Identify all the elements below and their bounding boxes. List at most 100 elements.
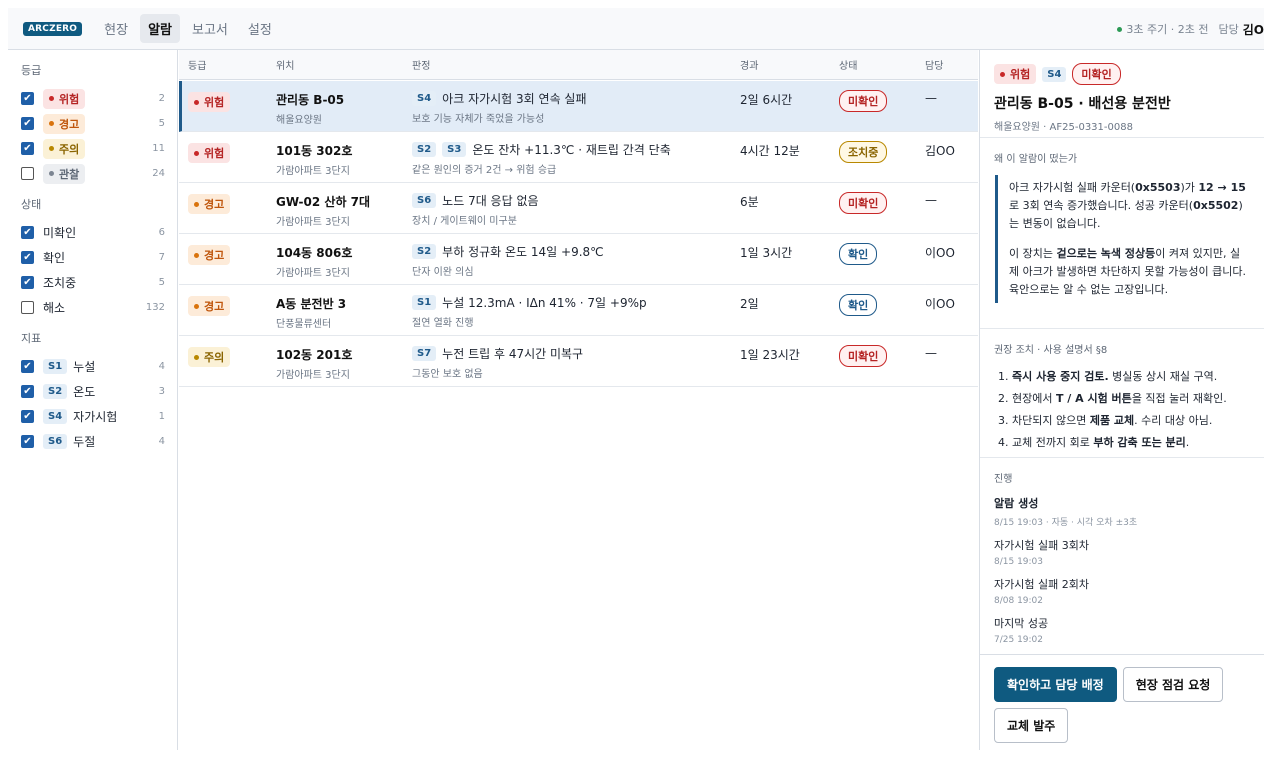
table-row[interactable]: 위험 101동 302호 가람아파트 3단지 S2 S3 온도 잔차 +11.3℃ ·… — [179, 132, 978, 183]
judge-sub: 그동안 보호 없음 — [412, 369, 483, 380]
status-badge: 조치중 — [839, 141, 888, 163]
grade-pill: 위험 — [188, 143, 231, 163]
live-dot-icon — [1117, 26, 1123, 32]
site-name: 가람아파트 3단지 — [276, 166, 350, 177]
table-row[interactable]: 위험 관리동 B-05 해울요양원 S4 아크 자가시험 3회 연속 실패 보호 기능… — [179, 81, 978, 132]
checkbox-icon[interactable]: ✔ — [21, 410, 34, 423]
checkbox-icon[interactable]: ✔ — [21, 385, 34, 398]
location-name: GW-02 산하 7대 — [276, 195, 371, 209]
owner-name[interactable]: 김O — [1243, 21, 1264, 38]
judge-sub: 보호 기능 자체가 죽었을 가능성 — [412, 114, 545, 125]
grade-pill: 경고 — [188, 194, 231, 214]
filter-metric-s6[interactable]: ✔ S6 두절 4 — [21, 429, 165, 454]
progress-item: 마지막 성공 7/25 19:02 — [994, 617, 1049, 645]
action-step: 2. 현장에서 T / A 시험 버튼을 직접 눌러 재확인. — [998, 392, 1227, 405]
status-badge: 미확인 — [839, 345, 888, 367]
checkbox-icon[interactable]: ✔ — [21, 92, 34, 105]
checkbox-icon[interactable]: ✔ — [21, 226, 34, 239]
app-logo: ARCZERO — [23, 21, 83, 36]
judge-text: 노드 7대 응답 없음 — [442, 194, 539, 208]
detail-header: 위험 S4 미확인 관리동 B-05 · 배선용 분전반 해울요양원 · AF2… — [980, 50, 1264, 138]
metric-code: S3 — [442, 142, 467, 157]
request-inspection-button[interactable]: 현장 점검 요청 — [1122, 667, 1224, 702]
status-filter-title: 상태 — [21, 198, 42, 211]
checkbox-icon[interactable]: ✔ — [21, 435, 34, 448]
metric-code: S4 — [412, 91, 437, 106]
progress-item: 알람 생성 8/15 19:03 · 자동 · 시각 오차 ±3초 — [994, 497, 1138, 528]
progress-item: 자가시험 실패 3회차 8/15 19:03 — [994, 539, 1089, 567]
elapsed-time: 1일 23시간 — [740, 348, 800, 362]
filter-status-confirmed[interactable]: ✔ 확인 7 — [21, 245, 165, 270]
filter-sidebar: 등급 ✔ 위험 2 ✔ 경고 5 ✔ 주의 11 관찰 24 상태 ✔ 미확인 6 ✔ 확인 7 ✔ 조… — [8, 50, 178, 750]
table-row[interactable]: 경고 104동 806호 가람아파트 3단지 S2 부하 정규화 온도 14일 +9… — [179, 234, 978, 285]
order-replacement-button[interactable]: 교체 발주 — [994, 708, 1069, 743]
filter-metric-s4[interactable]: ✔ S4 자가시험 1 — [21, 404, 165, 429]
detail-subtitle: 해울요양원 · AF25-0331-0088 — [994, 122, 1133, 133]
status-badge: 확인 — [839, 294, 878, 316]
alarm-list: 등급 위치 판정 경과 상태 담당 위험 관리동 B-05 해울요양원 S4 아크 … — [179, 50, 978, 750]
checkbox-icon[interactable]: ✔ — [21, 276, 34, 289]
nav-site[interactable]: 현장 — [96, 14, 136, 43]
detail-panel: 위험 S4 미확인 관리동 B-05 · 배선용 분전반 해울요양원 · AF2… — [979, 50, 1264, 750]
progress-title: 진행 — [994, 474, 1013, 485]
refresh-interval: 3초 주기 — [1126, 23, 1168, 36]
nav-settings[interactable]: 설정 — [240, 14, 280, 43]
action-step: 1. 즉시 사용 중지 검토. 병실동 상시 재실 구역. — [998, 370, 1218, 383]
judge-text: 부하 정규화 온도 14일 +9.8℃ — [442, 245, 604, 259]
grade-pill: 위험 — [188, 92, 231, 112]
detail-code: S4 — [1042, 66, 1067, 82]
progress-section: 진행 알람 생성 8/15 19:03 · 자동 · 시각 오차 ±3초자가시험 … — [980, 458, 1264, 666]
filter-grade-danger[interactable]: ✔ 위험 2 — [21, 86, 165, 111]
status-badge: 미확인 — [839, 192, 888, 214]
actions-title: 권장 조치 — [994, 345, 1034, 356]
elapsed-time: 4시간 12분 — [740, 144, 800, 158]
elapsed-time: 2일 6시간 — [740, 93, 793, 107]
nav-alarm[interactable]: 알람 — [140, 14, 180, 43]
filter-status-unconfirmed[interactable]: ✔ 미확인 6 — [21, 220, 165, 245]
checkbox-icon[interactable]: ✔ — [21, 117, 34, 130]
grade-pill: 주의 — [188, 347, 231, 367]
site-name: 단풍물류센터 — [276, 319, 332, 330]
location-name: 102동 201호 — [276, 348, 353, 362]
grade-pill: 경고 — [188, 296, 231, 316]
table-row[interactable]: 경고 A동 분전반 3 단풍물류센터 S1 누설 12.3mA · IΔn 41% … — [179, 285, 978, 336]
why-title: 왜 이 알람이 떴는가 — [994, 154, 1078, 165]
top-bar: ARCZERO 현장 알람 보고서 설정 3초 주기 · 2초 전 담당 김O — [8, 8, 1264, 50]
progress-item: 자가시험 실패 2회차 8/08 19:02 — [994, 578, 1089, 606]
checkbox-icon[interactable] — [21, 167, 34, 180]
owner: 김OO — [925, 144, 955, 158]
checkbox-icon[interactable] — [21, 301, 34, 314]
checkbox-icon[interactable]: ✔ — [21, 360, 34, 373]
filter-grade-watch[interactable]: 관찰 24 — [21, 161, 165, 186]
filter-metric-s2[interactable]: ✔ S2 온도 3 — [21, 379, 165, 404]
table-row[interactable]: 주의 102동 201호 가람아파트 3단지 S7 누전 트립 후 47시간 미복구… — [179, 336, 978, 387]
filter-grade-caution[interactable]: ✔ 주의 11 — [21, 136, 165, 161]
refresh-status: 3초 주기 · 2초 전 담당 김O — [1117, 8, 1264, 50]
action-steps: 1. 즉시 사용 중지 검토. 병실동 상시 재실 구역. 2. 현장에서 T /… — [994, 366, 1250, 454]
judge-sub: 절연 열화 진행 — [412, 318, 474, 329]
filter-grade-warning[interactable]: ✔ 경고 5 — [21, 111, 165, 136]
table-row[interactable]: 경고 GW-02 산하 7대 가람아파트 3단지 S6 노드 7대 응답 없음 장치 … — [179, 183, 978, 234]
checkbox-icon[interactable]: ✔ — [21, 251, 34, 264]
last-updated: 2초 전 — [1177, 23, 1209, 36]
action-step: 4. 교체 전까지 회로 부하 감축 또는 분리. — [998, 436, 1190, 449]
action-step: 3. 차단되지 않으면 제품 교체. 수리 대상 아님. — [998, 414, 1213, 427]
checkbox-icon[interactable]: ✔ — [21, 142, 34, 155]
elapsed-time: 2일 — [740, 297, 759, 311]
why-text: 아크 자가시험 실패 카운터(0x5503)가 12 → 15로 3회 연속 증… — [995, 175, 1250, 303]
filter-status-resolved[interactable]: 해소 132 — [21, 295, 165, 320]
judge-text: 누설 12.3mA · IΔn 41% · 7일 +9%p — [442, 296, 647, 310]
grade-pill: 경고 — [188, 245, 231, 265]
actions-ref: · 사용 설명서 §8 — [1037, 345, 1108, 356]
filter-metric-s1[interactable]: ✔ S1 누설 4 — [21, 354, 165, 379]
owner: 이OO — [925, 297, 955, 311]
recommended-actions: 권장 조치 · 사용 설명서 §8 1. 즉시 사용 중지 검토. 병실동 상시… — [980, 329, 1264, 458]
judge-text: 누전 트립 후 47시간 미복구 — [442, 347, 584, 361]
detail-status-badge: 미확인 — [1072, 63, 1121, 85]
site-name: 해울요양원 — [276, 115, 322, 126]
confirm-assign-button[interactable]: 확인하고 담당 배정 — [994, 667, 1117, 702]
nav-report[interactable]: 보고서 — [184, 14, 236, 43]
filter-status-inprogress[interactable]: ✔ 조치중 5 — [21, 270, 165, 295]
owner: 이OO — [925, 246, 955, 260]
owner: — — [925, 346, 937, 360]
